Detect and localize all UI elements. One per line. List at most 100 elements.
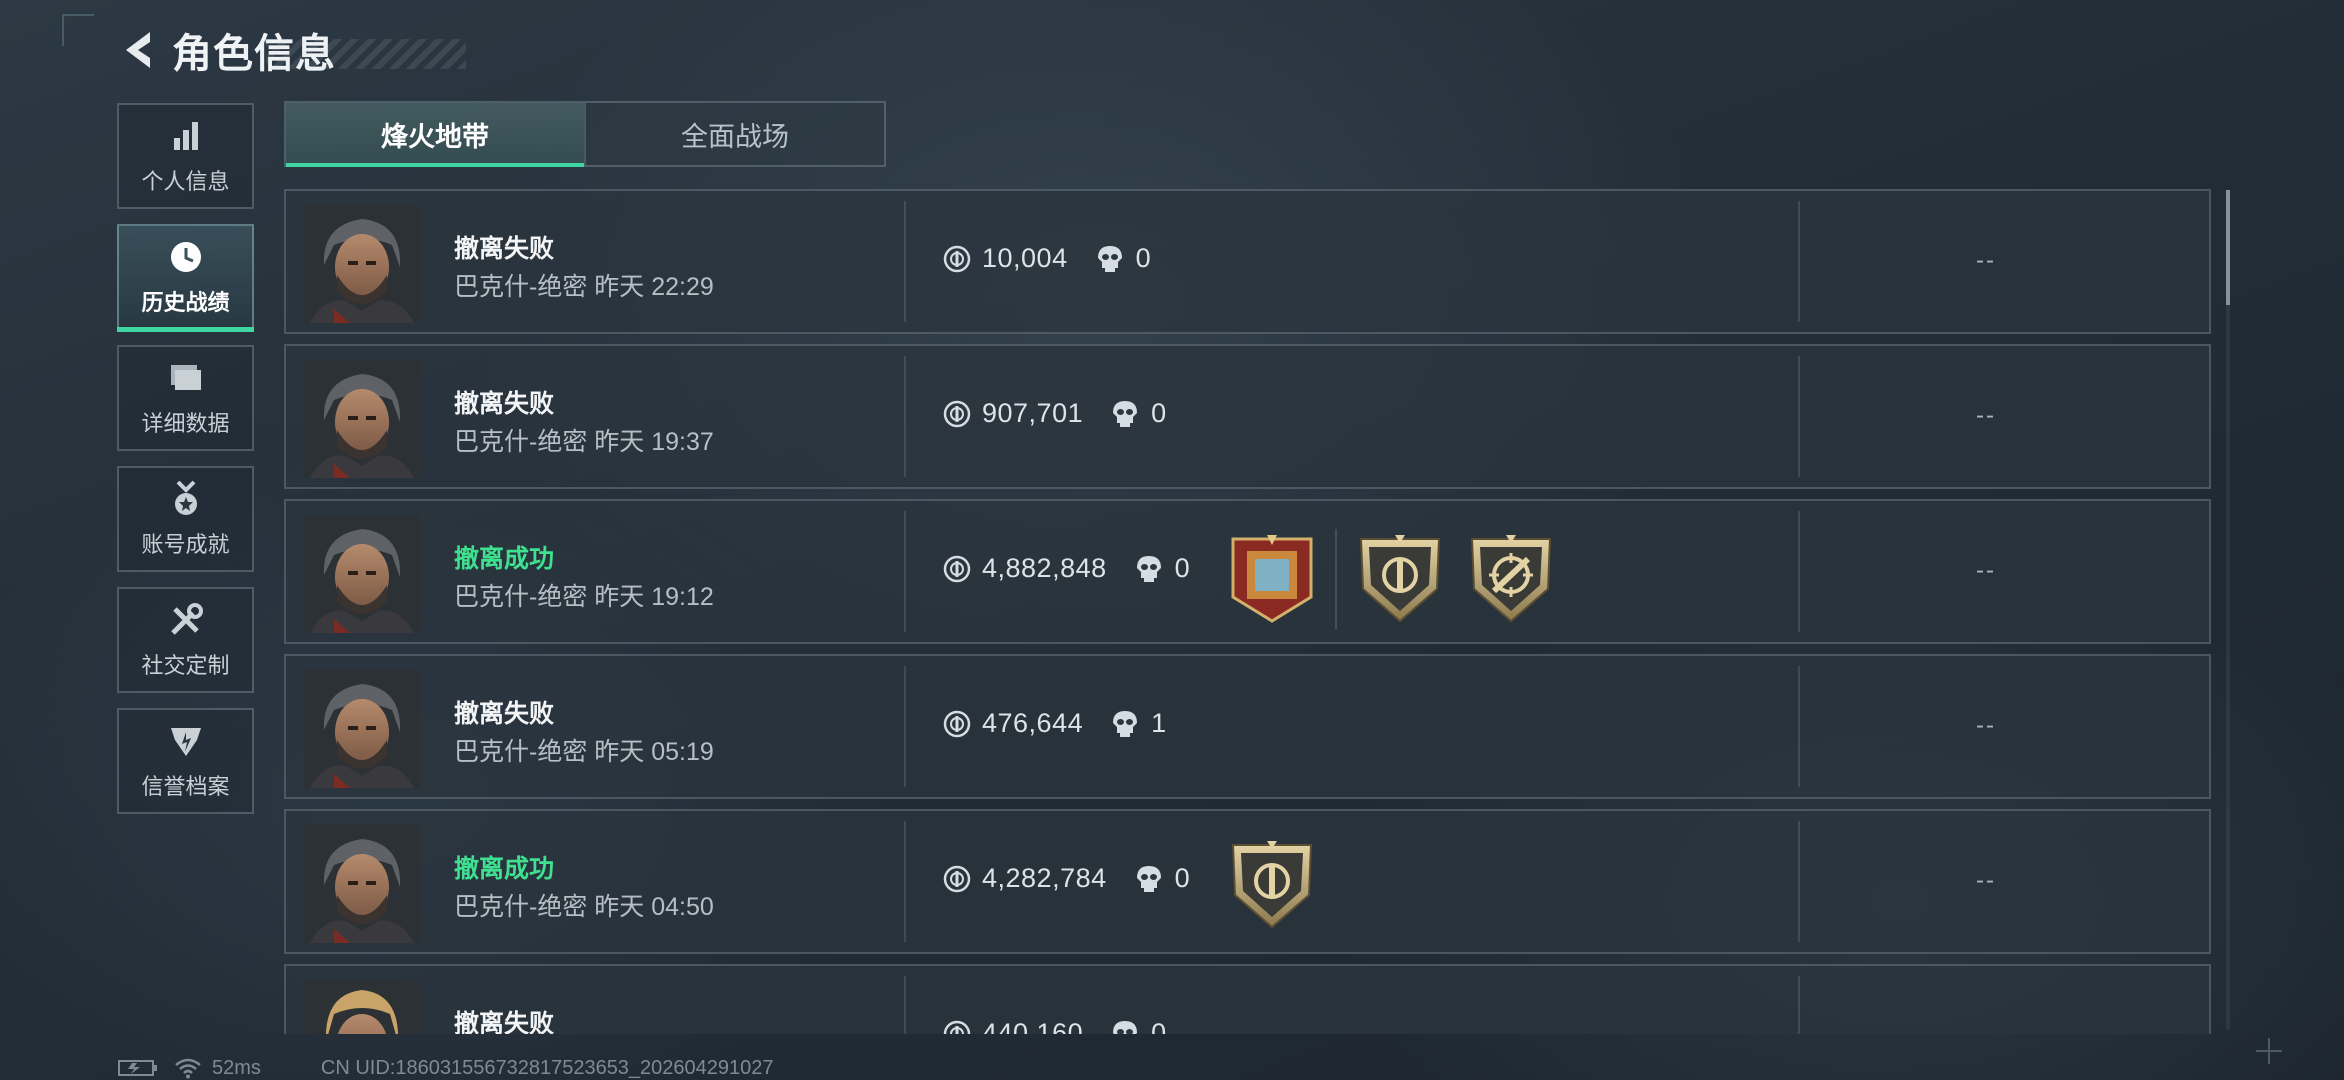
value-amount: 440,160 (982, 1018, 1084, 1034)
divider (1798, 666, 1800, 787)
kills-value: 1 (1151, 708, 1167, 738)
divider (1798, 356, 1800, 477)
divider (904, 511, 906, 632)
tab-warzone[interactable]: 烽火地带 (286, 103, 584, 167)
kill-count: 0 (1111, 398, 1166, 429)
plus-corner-icon (2256, 1038, 2282, 1064)
match-meta: 巴克什-绝密 昨天 19:12 (454, 577, 714, 613)
nav-item-profile[interactable]: 个人信息 (117, 103, 254, 209)
divider (904, 201, 906, 322)
folder-icon (166, 358, 206, 398)
back-arrow-icon (126, 32, 150, 68)
extraction-result: 撤离失败 (454, 390, 555, 418)
scrollbar-thumb[interactable] (2226, 190, 2230, 305)
loot-value: 4,282,784 0 (942, 863, 1190, 894)
operator-avatar (304, 670, 420, 788)
match-meta: 巴克什-绝密 昨天 19:37 (454, 422, 714, 458)
kills-value: 0 (1151, 398, 1167, 428)
battery-icon (118, 1060, 157, 1076)
red-frame-badge-icon[interactable] (1229, 533, 1315, 625)
map-name: 巴克什-绝密 (454, 738, 588, 766)
nav-label: 详细数据 (141, 411, 230, 436)
kills-value: 0 (1174, 553, 1190, 583)
skull-icon (1111, 399, 1139, 429)
operator-avatar (304, 825, 420, 943)
extraction-result: 撤离成功 (454, 855, 555, 883)
extra-info: -- (1976, 402, 1996, 429)
map-name: 巴克什-绝密 (454, 893, 588, 921)
kill-count: 1 (1111, 708, 1166, 739)
wifi-icon (175, 1058, 201, 1079)
match-row[interactable]: 撤离成功 巴克什-绝密 昨天 04:50 4,282,784 0 -- (284, 809, 2211, 954)
match-row[interactable]: 撤离失败 巴克什-绝密 昨天 19:37 907,701 0 -- (284, 344, 2211, 489)
badge-list (1229, 529, 1594, 629)
nav-item-social[interactable]: 社交定制 (117, 587, 254, 693)
bar-chart-icon (166, 116, 206, 156)
skull-icon (1111, 709, 1139, 739)
gold-emblem-badge-icon[interactable] (1357, 533, 1443, 625)
skull-icon (1111, 1019, 1139, 1035)
coin-icon (942, 554, 972, 584)
back-button[interactable] (118, 25, 158, 75)
value-amount: 907,701 (982, 398, 1084, 428)
nav-item-history[interactable]: 历史战绩 (117, 224, 254, 332)
operator-avatar (304, 205, 420, 323)
coin-icon (942, 864, 972, 894)
loot-value: 10,004 0 (942, 243, 1151, 274)
gold-emblem-badge-icon[interactable] (1229, 839, 1315, 931)
loot-value: 476,644 1 (942, 708, 1166, 739)
status-bar: 52ms CN UID:186031556732817523653_202604… (118, 1056, 774, 1080)
ping-value: 52ms (212, 1056, 261, 1079)
page-header: 角色信息 (118, 22, 466, 78)
kill-count: 0 (1096, 243, 1151, 274)
tools-icon (166, 600, 206, 640)
nav-item-achievements[interactable]: 账号成就 (117, 466, 254, 572)
match-meta: 巴克什-绝密 昨天 04:50 (454, 887, 714, 923)
nav-label: 个人信息 (141, 169, 230, 194)
kill-count: 0 (1135, 553, 1190, 584)
match-row[interactable]: 撤离成功 巴克什-绝密 昨天 19:12 4,882,848 0 -- (284, 499, 2211, 644)
match-meta: 巴克什-绝密 昨天 22:29 (454, 267, 714, 303)
map-name: 巴克什-绝密 (454, 583, 588, 611)
skull-icon (1135, 864, 1163, 894)
extraction-result: 撤离失败 (454, 1010, 555, 1034)
match-history-list[interactable]: 撤离失败 巴克什-绝密 昨天 22:29 10,004 0 -- 撤离失败 巴克… (284, 189, 2211, 1034)
corner-mark (62, 14, 94, 46)
tab-full-battlefield[interactable]: 全面战场 (584, 103, 884, 165)
nav-label: 社交定制 (141, 653, 230, 678)
gold-crosshair-badge-icon[interactable] (1468, 533, 1554, 625)
value-amount: 476,644 (982, 708, 1084, 738)
divider (904, 356, 906, 477)
loot-value: 440,160 0 (942, 1018, 1166, 1034)
loot-value: 4,882,848 0 (942, 553, 1190, 584)
match-row[interactable]: 撤离失败 巴克什-绝密 昨天 22:29 10,004 0 -- (284, 189, 2211, 334)
nav-item-details[interactable]: 详细数据 (117, 345, 254, 451)
divider (1798, 511, 1800, 632)
value-amount: 4,282,784 (982, 863, 1107, 893)
operator-avatar (304, 515, 420, 633)
uid-text: CN UID:186031556732817523653_20260429102… (320, 1056, 774, 1079)
coin-icon (942, 399, 972, 429)
scrollbar[interactable] (2226, 190, 2230, 1030)
nav-label: 账号成就 (141, 532, 230, 557)
nav-item-reputation[interactable]: 信誉档案 (117, 708, 254, 814)
match-time: 昨天 19:37 (594, 428, 714, 456)
match-row[interactable]: 撤离失败 巴克什-绝密 昨天 05:19 476,644 1 -- (284, 654, 2211, 799)
coin-icon (942, 1019, 972, 1035)
nav-label: 信誉档案 (141, 774, 230, 799)
skull-icon (1135, 554, 1163, 584)
match-row[interactable]: 撤离失败 440,160 0 (284, 964, 2211, 1034)
clock-icon (166, 237, 206, 277)
kill-count: 0 (1111, 1018, 1166, 1034)
nav-label: 历史战绩 (141, 290, 230, 315)
extraction-result: 撤离失败 (454, 235, 555, 263)
kills-value: 0 (1151, 1018, 1167, 1034)
mode-tabs: 烽火地带 全面战场 (284, 101, 886, 167)
coin-icon (942, 709, 972, 739)
match-time: 昨天 22:29 (594, 273, 714, 301)
side-nav: 个人信息 历史战绩 详细数据 账号成就 社交定制 信誉档案 (117, 103, 254, 829)
extra-info: -- (1976, 867, 1996, 894)
value-amount: 10,004 (982, 243, 1068, 273)
match-time: 昨天 05:19 (594, 738, 714, 766)
operator-avatar (304, 980, 420, 1034)
